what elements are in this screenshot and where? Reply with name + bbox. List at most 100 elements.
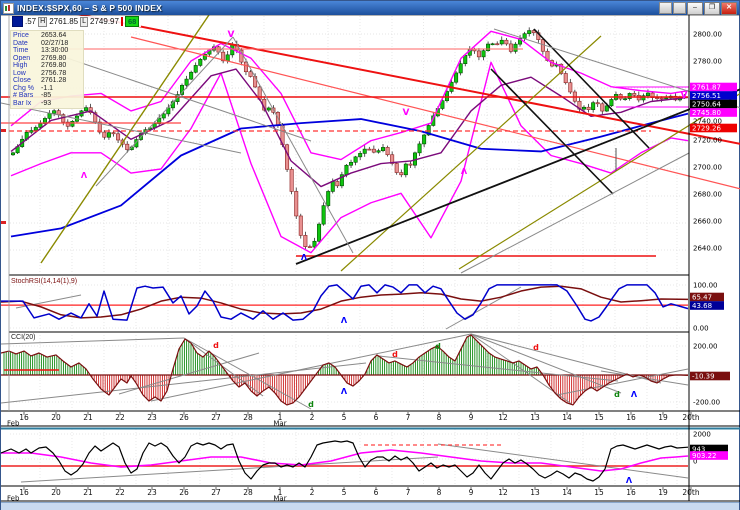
svg-text:12: 12 xyxy=(498,413,508,422)
svg-text:V: V xyxy=(403,108,410,118)
svg-text:22: 22 xyxy=(115,413,125,422)
svg-text:d: d xyxy=(392,350,398,359)
data-row: Bar Ix-93 xyxy=(13,100,81,108)
svg-text:27: 27 xyxy=(211,413,221,422)
high-label: H xyxy=(38,17,47,27)
high-value: 2761.85 xyxy=(49,17,78,26)
maximize-button[interactable]: ❐ xyxy=(704,2,720,15)
svg-text:9: 9 xyxy=(469,413,474,422)
svg-text:28: 28 xyxy=(243,488,253,497)
ohlc-bar: .57 H 2761.85 L 2749.97 68 xyxy=(10,16,141,27)
low-label: L xyxy=(80,17,88,27)
svg-text:Λ: Λ xyxy=(341,387,348,396)
svg-text:21: 21 xyxy=(83,488,93,497)
svg-text:23: 23 xyxy=(147,488,157,497)
svg-text:-10.39: -10.39 xyxy=(692,373,715,381)
data-row: Date02/27/18 xyxy=(13,40,81,48)
bar-count-badge: 68 xyxy=(125,16,139,27)
svg-text:27: 27 xyxy=(211,488,221,497)
svg-text:16: 16 xyxy=(19,413,29,422)
window-bottom-frame xyxy=(1,502,739,510)
svg-text:12: 12 xyxy=(498,488,508,497)
svg-text:14: 14 xyxy=(562,413,572,422)
svg-text:65.47: 65.47 xyxy=(692,294,712,302)
svg-text:2000: 2000 xyxy=(693,431,711,439)
minimize-button[interactable]: – xyxy=(687,2,703,15)
svg-text:8: 8 xyxy=(437,488,442,497)
svg-text:26: 26 xyxy=(179,413,189,422)
close-button[interactable]: ✕ xyxy=(721,2,737,15)
chart-canvas[interactable]: VVVΛΛΛΛdddΛdddΛΛ2800.002780.002740.00272… xyxy=(1,1,740,510)
svg-text:20th: 20th xyxy=(682,488,699,497)
low-value: 2749.97 xyxy=(90,17,119,26)
svg-text:2750.64: 2750.64 xyxy=(692,101,721,109)
svg-text:15: 15 xyxy=(594,413,604,422)
svg-text:d: d xyxy=(614,390,620,399)
svg-text:2720.00: 2720.00 xyxy=(693,137,722,145)
svg-text:Λ: Λ xyxy=(626,476,633,485)
window-title: INDEX:$SPX,60 – S & P 500 INDEX xyxy=(17,3,162,13)
svg-text:d: d xyxy=(435,342,441,351)
svg-text:Λ: Λ xyxy=(301,253,308,262)
data-row: # Bars-85 xyxy=(13,92,81,100)
svg-text:0.00: 0.00 xyxy=(693,325,709,333)
svg-text:20: 20 xyxy=(51,413,61,422)
svg-text:5: 5 xyxy=(342,413,347,422)
svg-text:5: 5 xyxy=(342,488,347,497)
svg-text:Λ: Λ xyxy=(461,167,468,176)
svg-text:16: 16 xyxy=(626,488,636,497)
data-row: Chg %-1.1 xyxy=(13,85,81,93)
svg-text:100.00: 100.00 xyxy=(693,282,718,290)
data-row: Time13:30:00 xyxy=(13,47,81,55)
svg-text:16: 16 xyxy=(19,488,29,497)
svg-text:200.00: 200.00 xyxy=(693,343,718,351)
stoch-rsi-label: StochRSI(14,14(1),9) xyxy=(11,278,77,285)
data-row: Open2769.80 xyxy=(13,55,81,63)
svg-text:2660.00: 2660.00 xyxy=(693,218,722,226)
svg-text:V: V xyxy=(681,91,688,101)
quote-data-panel: Price2653.64Date02/27/18Time13:30:00Open… xyxy=(10,30,84,109)
svg-text:2: 2 xyxy=(310,413,315,422)
svg-text:2640.00: 2640.00 xyxy=(693,245,722,253)
svg-text:2756.51: 2756.51 xyxy=(692,92,721,100)
svg-text:20: 20 xyxy=(51,488,61,497)
svg-text:43.68: 43.68 xyxy=(692,302,712,310)
gridlines xyxy=(10,16,688,485)
svg-text:2700.00: 2700.00 xyxy=(693,164,722,172)
svg-text:23: 23 xyxy=(147,413,157,422)
toolbar-button[interactable] xyxy=(659,2,672,14)
svg-text:Λ: Λ xyxy=(631,390,638,399)
svg-text:7: 7 xyxy=(406,488,411,497)
data-row: High2769.80 xyxy=(13,62,81,70)
svg-text:13: 13 xyxy=(530,413,540,422)
title-bar[interactable]: INDEX:$SPX,60 – S & P 500 INDEX – ❐ ✕ xyxy=(1,1,739,15)
svg-text:d: d xyxy=(213,341,219,350)
price-axis: 2800.002780.002740.002720.002700.002680.… xyxy=(690,31,737,466)
svg-text:d: d xyxy=(533,343,539,352)
app-window: VVVΛΛΛΛdddΛdddΛΛ2800.002780.002740.00272… xyxy=(0,0,740,510)
data-row: Close2761.28 xyxy=(13,77,81,85)
svg-text:28: 28 xyxy=(243,413,253,422)
svg-text:V: V xyxy=(228,30,235,40)
svg-text:2729.26: 2729.26 xyxy=(692,125,721,133)
svg-text:8: 8 xyxy=(437,413,442,422)
svg-text:14: 14 xyxy=(562,488,572,497)
cci-label: CCI(20) xyxy=(11,334,36,341)
svg-text:21: 21 xyxy=(83,413,93,422)
svg-text:2800.00: 2800.00 xyxy=(693,31,722,39)
app-icon xyxy=(3,3,14,14)
svg-text:19: 19 xyxy=(658,488,668,497)
svg-text:7: 7 xyxy=(406,413,411,422)
svg-text:19: 19 xyxy=(658,413,668,422)
ohlc-open-fragment: .57 xyxy=(25,17,36,26)
svg-text:2761.87: 2761.87 xyxy=(692,84,721,92)
red-tick-icon xyxy=(121,17,123,26)
svg-text:13: 13 xyxy=(530,488,540,497)
svg-text:d: d xyxy=(308,400,314,409)
toolbar-button[interactable] xyxy=(673,2,686,14)
svg-text:Λ: Λ xyxy=(81,171,88,180)
svg-text:20th: 20th xyxy=(682,413,699,422)
svg-text:2780.00: 2780.00 xyxy=(693,58,722,66)
data-row: Price2653.64 xyxy=(13,32,81,40)
svg-text:6: 6 xyxy=(374,413,379,422)
